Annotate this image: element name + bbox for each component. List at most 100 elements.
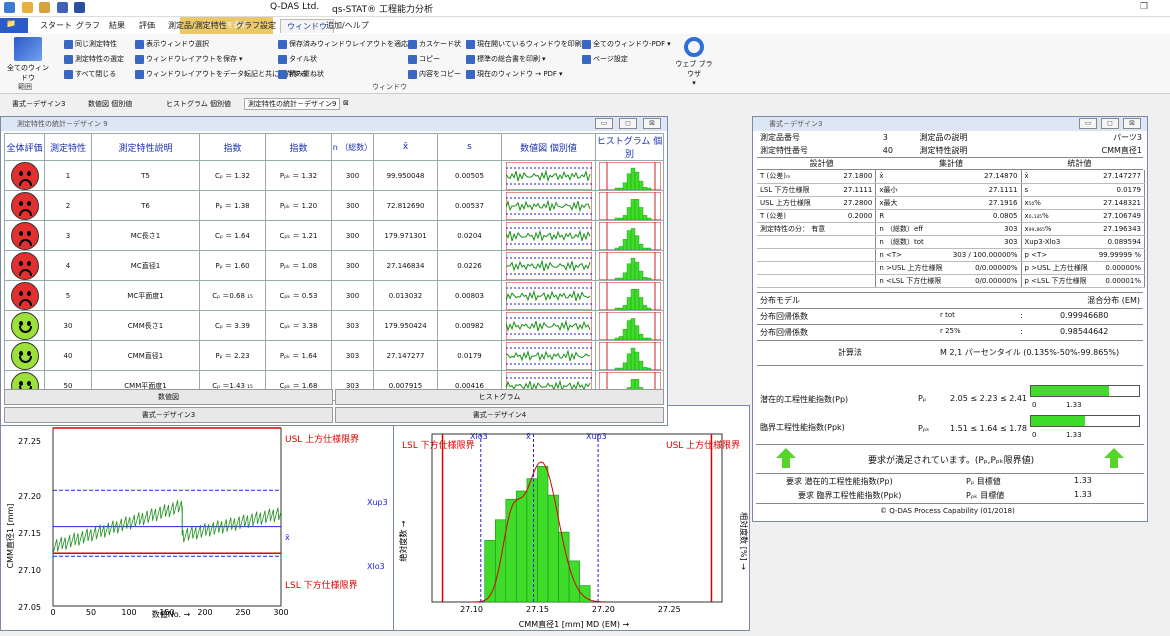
req-ppk-symbol: Pₚₖ 目標値 — [966, 491, 1005, 500]
histogram-button[interactable]: ヒストグラム — [335, 389, 664, 405]
x-tick: 0 — [50, 608, 55, 617]
page-setup-button[interactable]: ページ設定 — [582, 54, 628, 64]
regression-value: 0.98544642 — [1060, 326, 1109, 336]
table-row[interactable]: 40 CMM直径1 Pₚ ＝ 2.23 Pₚₖ ＝ 1.64 303 27.14… — [4, 340, 664, 371]
close-all-button[interactable]: すべて閉じる — [64, 69, 116, 79]
mini-value-chart — [505, 221, 592, 250]
y-tick: 27.05 — [18, 603, 41, 612]
value-chart-cell[interactable] — [501, 160, 596, 191]
histogram-cell[interactable] — [595, 310, 664, 341]
save-icon[interactable] — [56, 2, 68, 13]
copy-content-button[interactable]: 内容をコピー — [408, 69, 461, 79]
save-as-icon[interactable] — [74, 2, 86, 13]
copy-button[interactable]: コピー — [408, 54, 440, 64]
col-index1[interactable]: 指数 — [199, 133, 266, 161]
tile-button[interactable]: タイル状 — [278, 54, 317, 64]
x-tick: 27.25 — [658, 605, 681, 614]
col-char-desc[interactable]: 測定特性説明 — [91, 133, 200, 161]
doc-tab-statistics[interactable]: 測定特性の統計－デザイン9 — [244, 98, 341, 110]
web-browser-button[interactable]: ウェブ ブラウザ ▾ — [672, 37, 716, 87]
format4-button[interactable]: 書式－デザイン4 — [335, 407, 664, 423]
histogram-cell[interactable] — [595, 190, 664, 221]
open-icon[interactable] — [39, 2, 51, 13]
cascade-button[interactable]: カスケード状 — [408, 39, 461, 49]
col-char-no[interactable]: 測定特性 — [44, 133, 92, 161]
select-characteristic-button[interactable]: 測定特性の選定 — [64, 54, 124, 64]
label: 表示ウィンドウ選択 — [146, 40, 209, 48]
file-tab[interactable]: 📁 — [0, 18, 28, 33]
save-layout-button[interactable]: ウィンドウレイアウトを保存 ▾ — [135, 54, 243, 64]
histogram-cell[interactable] — [595, 220, 664, 251]
doc-tab-format3[interactable]: 書式－デザイン3 — [12, 99, 65, 109]
close-button[interactable]: ⊠ — [1123, 118, 1141, 129]
mean-cell: 99.950048 — [373, 160, 438, 191]
table-row[interactable]: 5 MC平面度1 Cₚ ＝0.68 ₁₅ Cₚₖ ＝ 0.53 300 0.01… — [4, 280, 664, 311]
regression-label: 分布回帰係数 — [760, 327, 808, 337]
tab-evaluation[interactable]: 評価 — [133, 19, 161, 32]
format3-button[interactable]: 書式－デザイン3 — [4, 407, 333, 423]
summary-value: 303 — [949, 235, 1022, 249]
app-icon[interactable] — [4, 2, 15, 13]
all-windows-label: 全てのウィンドウ — [7, 64, 49, 82]
minimize-button[interactable]: ▭ — [1079, 118, 1097, 129]
label: 書式－デザイン4 — [472, 411, 527, 419]
close-tab-icon[interactable]: ⊠ — [343, 99, 349, 107]
value-chart-cell[interactable] — [501, 310, 596, 341]
current-window-pdf-button[interactable]: 現在のウィンドウ → PDF ▾ — [466, 69, 562, 79]
value-chart-cell[interactable] — [501, 280, 596, 311]
usl-label: USL 上方仕様限界 — [285, 433, 359, 445]
same-characteristic-button[interactable]: 同じ測定特性 — [64, 39, 117, 49]
tab-graph[interactable]: グラフ — [70, 19, 106, 32]
regression-row-1: 分布回帰係数 r tot:0.99946680 — [757, 307, 1143, 324]
histogram-cell[interactable] — [595, 160, 664, 191]
value-chart-cell[interactable] — [501, 340, 596, 371]
tab-results[interactable]: 結果 — [103, 19, 131, 32]
histogram-cell[interactable] — [595, 340, 664, 371]
stack-button[interactable]: 積み重ね状 — [278, 69, 324, 79]
tab-help[interactable]: 追加/ヘルプ — [320, 19, 375, 32]
print-standard-report-button[interactable]: 標準の総合書を印刷 ▾ — [466, 54, 546, 64]
histogram-cell[interactable] — [595, 250, 664, 281]
col-index2[interactable]: 指数 — [265, 133, 332, 161]
apply-saved-layout-button[interactable]: 保存済みウィンドウレイアウトを適応▾ — [278, 39, 414, 49]
col-histogram[interactable]: ヒストグラム 個別 — [595, 133, 664, 161]
maximize-button[interactable]: ◻ — [1101, 118, 1119, 129]
col-s[interactable]: s — [437, 133, 502, 161]
all-windows-button[interactable]: 全てのウィンドウ — [4, 37, 52, 83]
tab-part-characteristic[interactable]: 測定品/測定特性 — [162, 19, 233, 32]
table-row[interactable]: 30 CMM長さ1 Cₚ ＝ 3.39 Cₚₖ ＝ 3.38 303 179.9… — [4, 310, 664, 341]
maximize-button[interactable]: ◻ — [619, 118, 637, 129]
restore-icon[interactable]: ❐ — [1140, 2, 1148, 12]
col-n[interactable]: n （総数） — [331, 133, 374, 161]
minimize-button[interactable]: ▭ — [595, 118, 613, 129]
mini-value-chart — [505, 161, 592, 190]
value-chart-button[interactable]: 数値図 — [4, 389, 333, 405]
index1-cell: Cₚ ＝ 1.32 — [199, 160, 266, 191]
doc-tab-histogram[interactable]: ヒストグラム 個別値 — [166, 99, 231, 109]
table-row[interactable]: 2 T6 Pₚ ＝ 1.38 Pₚₖ ＝ 1.20 300 72.812690 … — [4, 190, 664, 221]
col-mean[interactable]: x̄ — [373, 133, 438, 161]
close-window-icon — [64, 69, 73, 79]
col-value-chart[interactable]: 数値図 個別値 — [501, 133, 596, 161]
tab-graph-settings[interactable]: グラフ設定 — [230, 19, 282, 32]
mini-histogram — [598, 251, 661, 280]
histogram-cell[interactable] — [595, 280, 664, 311]
table-row[interactable]: 3 MC長さ1 Cₚ ＝ 1.64 Cₚₖ ＝ 1.21 300 179.971… — [4, 220, 664, 251]
close-button[interactable]: ⊠ — [643, 118, 661, 129]
value-chart-cell[interactable] — [501, 220, 596, 251]
xlo3-label: Xlo3 — [470, 432, 488, 441]
value-chart-cell[interactable] — [501, 190, 596, 221]
select-display-window-button[interactable]: 表示ウィンドウ選択 — [135, 39, 209, 49]
new-icon[interactable] — [21, 2, 33, 13]
mean-cell: 179.971301 — [373, 220, 438, 251]
char-desc-value: CMM直径1 — [1101, 146, 1142, 155]
table-row[interactable]: 1 T5 Cₚ ＝ 1.32 Pₚₖ ＝ 1.32 300 99.950048 … — [4, 160, 664, 191]
summary-value: 0/0.00000% — [949, 261, 1022, 275]
table-row[interactable]: 4 MC直径1 Pₚ ＝ 1.60 Pₚₖ ＝ 1.08 300 27.1468… — [4, 250, 664, 281]
col-overall[interactable]: 全体評価 — [4, 133, 45, 161]
print-open-windows-button[interactable]: 現在開いているウィンドウを印刷 — [466, 39, 582, 49]
value-chart-cell[interactable] — [501, 250, 596, 281]
divider — [756, 444, 1144, 445]
doc-tab-value-chart[interactable]: 数値図 個別値 — [88, 99, 132, 109]
all-windows-pdf-button[interactable]: 全てのウィンドウ-PDF ▾ — [582, 39, 671, 49]
